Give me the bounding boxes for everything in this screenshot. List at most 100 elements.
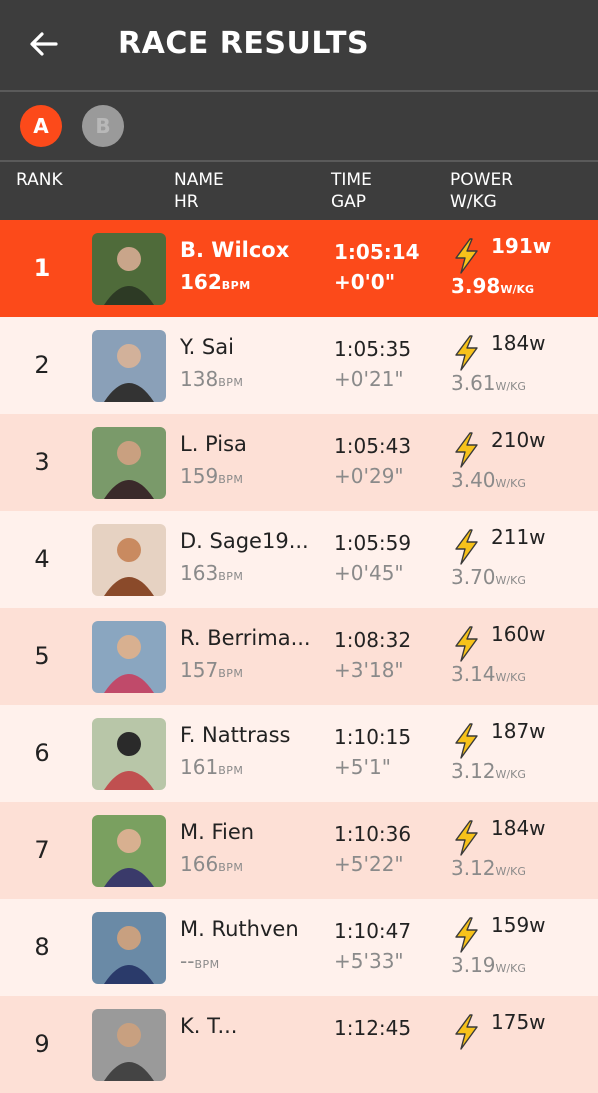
power-watts: 184w [491,331,546,355]
bpm-unit: BPM [218,667,244,680]
power-watts: 210w [491,428,546,452]
wkg-value: 3.61 [451,371,496,395]
power-watts: 211w [491,525,546,549]
time-gap: +0'29" [334,464,404,488]
lightning-bolt-icon [455,335,478,371]
result-row[interactable]: 1 B. Wilcox 162BPM 1:05:14 +0'0" 191w 3.… [0,220,598,317]
gap-header-label: GAP [331,192,367,212]
rank-value: 7 [34,836,50,864]
avatar [92,621,166,693]
result-row[interactable]: 6 F. Nattrass 161BPM 1:10:15 +5'1" 187w … [0,705,598,802]
hr-value: 163 [180,561,219,585]
athlete-name: M. Fien [180,820,255,844]
heart-rate: 157BPM [180,658,243,682]
result-row[interactable]: 4 D. Sage19... 163BPM 1:05:59 +0'45" 211… [0,511,598,608]
finish-time: 1:12:45 [334,1016,412,1040]
avatar-image [92,621,166,693]
avatar [92,233,166,305]
watts-per-kg: 3.61W/KG [451,371,526,395]
name-header-label: NAME [174,170,224,190]
lightning-bolt-icon [455,238,478,274]
rank-value: 3 [34,448,50,476]
time-gap: +0'45" [334,561,404,585]
hr-value: 166 [180,852,219,876]
avatar [92,815,166,887]
heart-rate: 166BPM [180,852,243,876]
wkg-unit: W/KG [495,380,526,393]
athlete-name: R. Berrima... [180,626,311,650]
lightning-bolt-icon [455,820,478,856]
result-row[interactable]: 5 R. Berrima... 157BPM 1:08:32 +3'18" 16… [0,608,598,705]
lightning-bolt-icon [455,1014,478,1050]
result-row[interactable]: 3 L. Pisa 159BPM 1:05:43 +0'29" 210w 3.4… [0,414,598,511]
hr-value: 157 [180,658,219,682]
wkg-unit: W/KG [495,768,526,781]
rank-value: 2 [34,351,50,379]
heart-rate: 138BPM [180,367,243,391]
rank-value: 4 [34,545,50,573]
bpm-unit: BPM [194,958,220,971]
power-watts: 191w [491,234,552,258]
power-header-label: POWER [450,170,513,190]
avatar [92,524,166,596]
category-a-button[interactable]: A [20,105,62,147]
avatar-image [92,1009,166,1081]
wkg-value: 3.98 [451,274,501,298]
result-row[interactable]: 7 M. Fien 166BPM 1:10:36 +5'22" 184w 3.1… [0,802,598,899]
athlete-name: B. Wilcox [180,238,290,262]
hr-value: 159 [180,464,219,488]
avatar [92,1009,166,1081]
finish-time: 1:05:43 [334,434,412,458]
heart-rate: 159BPM [180,464,243,488]
heart-rate: 163BPM [180,561,243,585]
wkg-value: 3.12 [451,759,496,783]
heart-rate: --BPM [180,949,220,973]
athlete-name: F. Nattrass [180,723,291,747]
bpm-unit: BPM [221,279,251,292]
avatar [92,912,166,984]
bpm-unit: BPM [218,570,244,583]
result-row[interactable]: 2 Y. Sai 138BPM 1:05:35 +0'21" 184w 3.61… [0,317,598,414]
rank-value: 9 [34,1030,50,1058]
heart-rate: 162BPM [180,270,251,294]
hr-value: 161 [180,755,219,779]
avatar-image [92,718,166,790]
category-b-button[interactable]: B [82,105,124,147]
finish-time: 1:10:15 [334,725,412,749]
hr-value: 162 [180,270,222,294]
wkg-header-label: W/KG [450,192,497,212]
lightning-bolt-icon [455,723,478,759]
result-row[interactable]: 9 K. T... 1:12:45 175w [0,996,598,1093]
athlete-name: L. Pisa [180,432,247,456]
app-header: RACE RESULTS [0,0,598,90]
bpm-unit: BPM [218,764,244,777]
power-watts: 187w [491,719,546,743]
hr-header-label: HR [174,192,199,212]
avatar-image [92,524,166,596]
wkg-unit: W/KG [495,574,526,587]
power-watts: 175w [491,1010,546,1034]
lightning-bolt-icon [455,529,478,565]
rank-value: 8 [34,933,50,961]
rank-value: 1 [33,254,51,282]
finish-time: 1:10:36 [334,822,412,846]
power-header: POWER W/KG [450,169,513,213]
bpm-unit: BPM [218,376,244,389]
result-row[interactable]: 8 M. Ruthven --BPM 1:10:47 +5'33" 159w 3… [0,899,598,996]
athlete-name: M. Ruthven [180,917,299,941]
time-gap: +0'21" [334,367,404,391]
avatar-image [92,912,166,984]
wkg-value: 3.14 [451,662,496,686]
wkg-unit: W/KG [495,671,526,684]
finish-time: 1:05:59 [334,531,412,555]
time-header: TIME GAP [331,169,372,213]
finish-time: 1:05:35 [334,337,412,361]
bpm-unit: BPM [218,473,244,486]
wkg-unit: W/KG [495,477,526,490]
arrow-left-icon[interactable] [26,26,62,62]
watts-per-kg: 3.40W/KG [451,468,526,492]
hr-value: 138 [180,367,219,391]
rank-value: 6 [34,739,50,767]
time-header-label: TIME [331,170,372,190]
avatar [92,427,166,499]
